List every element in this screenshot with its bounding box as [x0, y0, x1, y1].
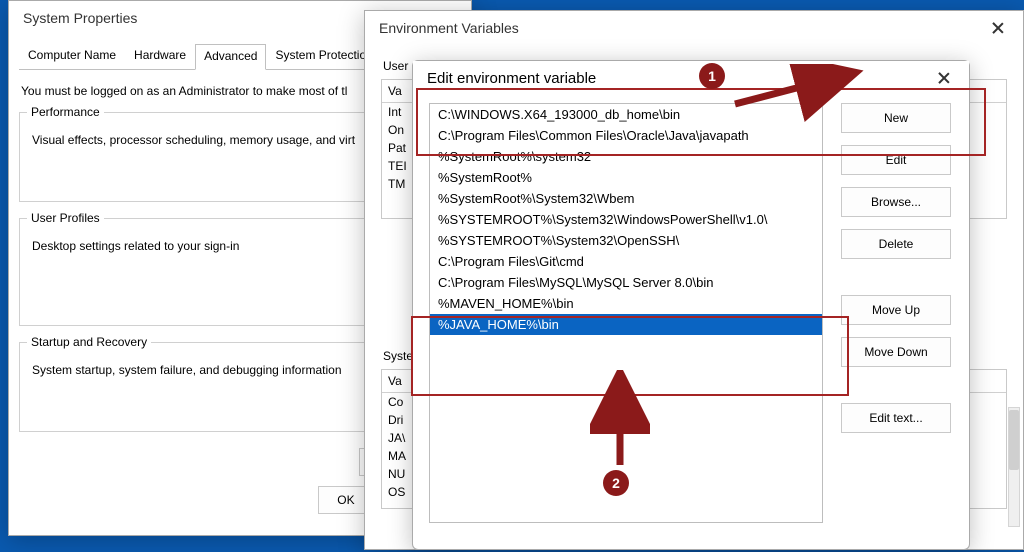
list-item[interactable]: %SYSTEMROOT%\System32\OpenSSH\ [430, 230, 822, 251]
path-list[interactable]: C:\WINDOWS.X64_193000_db_home\bin C:\Pro… [429, 103, 823, 523]
list-item[interactable]: %SystemRoot% [430, 167, 822, 188]
edit-variable-body: C:\WINDOWS.X64_193000_db_home\bin C:\Pro… [413, 95, 969, 541]
new-button[interactable]: New [841, 103, 951, 133]
environment-variables-titlebar[interactable]: Environment Variables [365, 11, 1023, 45]
list-item[interactable]: C:\Program Files\Common Files\Oracle\Jav… [430, 125, 822, 146]
list-item[interactable]: %MAVEN_HOME%\bin [430, 293, 822, 314]
list-item[interactable]: %SystemRoot%\system32 [430, 146, 822, 167]
list-item[interactable]: C:\Program Files\Git\cmd [430, 251, 822, 272]
edit-text-button[interactable]: Edit text... [841, 403, 951, 433]
system-properties-title: System Properties [23, 10, 137, 26]
user-profiles-group-title: User Profiles [27, 211, 104, 225]
list-item[interactable]: C:\Program Files\MySQL\MySQL Server 8.0\… [430, 272, 822, 293]
edit-variable-button-column: New Edit Browse... Delete Move Up Move D… [841, 103, 951, 523]
list-item[interactable]: %JAVA_HOME%\bin [430, 314, 822, 335]
move-down-button[interactable]: Move Down [841, 337, 951, 367]
edit-variable-title: Edit environment variable [427, 70, 596, 87]
close-icon[interactable] [981, 14, 1015, 42]
scrollbar[interactable] [1008, 407, 1020, 527]
browse-button[interactable]: Browse... [841, 187, 951, 217]
edit-button[interactable]: Edit [841, 145, 951, 175]
tab-hardware[interactable]: Hardware [125, 43, 195, 69]
startup-recovery-group-title: Startup and Recovery [27, 335, 151, 349]
tab-advanced[interactable]: Advanced [195, 44, 266, 70]
callout-2: 2 [603, 470, 629, 496]
delete-button[interactable]: Delete [841, 229, 951, 259]
tab-computer-name[interactable]: Computer Name [19, 43, 125, 69]
edit-environment-variable-window: Edit environment variable C:\WINDOWS.X64… [412, 60, 970, 550]
environment-variables-title: Environment Variables [379, 20, 519, 36]
list-item[interactable]: %SystemRoot%\System32\Wbem [430, 188, 822, 209]
move-up-button[interactable]: Move Up [841, 295, 951, 325]
edit-variable-titlebar[interactable]: Edit environment variable [413, 61, 969, 95]
callout-1: 1 [699, 63, 725, 89]
list-item[interactable]: C:\WINDOWS.X64_193000_db_home\bin [430, 104, 822, 125]
close-icon[interactable] [927, 64, 961, 92]
performance-group-title: Performance [27, 105, 104, 119]
list-item[interactable]: %SYSTEMROOT%\System32\WindowsPowerShell\… [430, 209, 822, 230]
